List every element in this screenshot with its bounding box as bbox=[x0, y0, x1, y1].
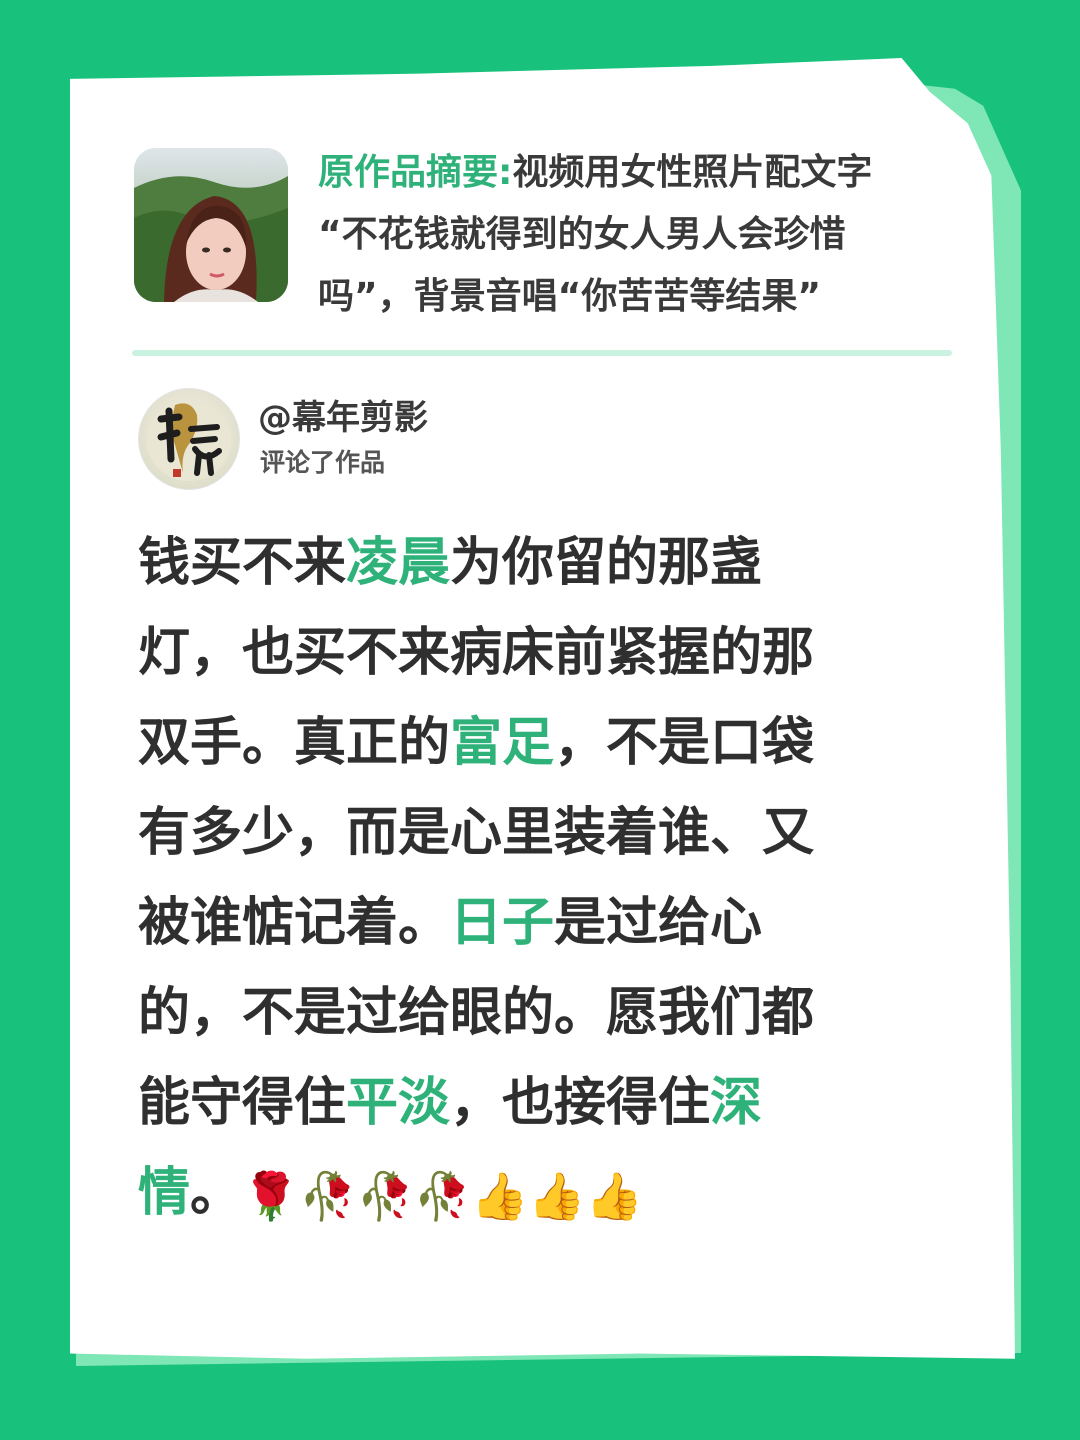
summary-line-3: 吗”，背景音唱“你苦苦等结果” bbox=[318, 276, 821, 317]
comment-highlight: 凌晨 bbox=[346, 533, 451, 593]
summary-text: 原作品摘要:视频用女性照片配文字 “不花钱就得到的女人男人会珍惜 吗”，背景音唱… bbox=[318, 142, 958, 328]
original-work-summary: 原作品摘要:视频用女性照片配文字 “不花钱就得到的女人男人会珍惜 吗”，背景音唱… bbox=[134, 148, 964, 318]
commenter-action: 评论了作品 bbox=[260, 448, 386, 477]
comment-text: ，不是口袋 bbox=[554, 713, 815, 773]
original-work-thumbnail[interactable] bbox=[134, 148, 288, 302]
comment-line-2: 灯，也买不来病床前紧握的那 bbox=[138, 608, 814, 698]
comment-line-8: 情。🌹🥀🥀🥀👍👍👍 bbox=[138, 1148, 643, 1238]
summary-label: 原作品摘要: bbox=[318, 152, 513, 193]
comment-line-1: 钱买不来凌晨为你留的那盏 bbox=[138, 518, 762, 608]
comment-text: 被谁惦记着。 bbox=[138, 893, 451, 953]
comment-text: 能守得住 bbox=[138, 1073, 347, 1133]
comment-text: 双手。真正的 bbox=[138, 713, 451, 773]
comment-highlight: 富足 bbox=[450, 713, 555, 773]
comment-line-7: 能守得住平淡，也接得住深 bbox=[138, 1058, 762, 1148]
comment-text: 有多少，而是心里装着谁、又 bbox=[138, 803, 815, 863]
summary-line-2: “不花钱就得到的女人男人会珍惜 bbox=[318, 214, 846, 255]
comment-highlight: 情 bbox=[138, 1163, 191, 1223]
note-card: 原作品摘要:视频用女性照片配文字 “不花钱就得到的女人男人会珍惜 吗”，背景音唱… bbox=[70, 58, 1021, 1366]
summary-line-1-text: 视频用女性照片配文字 bbox=[512, 152, 873, 193]
comment-text: 为你留的那盏 bbox=[450, 533, 763, 593]
calligraphy-fu-icon bbox=[147, 401, 231, 481]
comment-line-4: 有多少，而是心里装着谁、又 bbox=[138, 788, 814, 878]
comment-highlight: 平淡 bbox=[346, 1073, 451, 1133]
rose-thumbs-up-icons: 🌹🥀🥀🥀👍👍👍 bbox=[242, 1169, 643, 1223]
comment-line-6: 的，不是过给眼的。愿我们都 bbox=[138, 968, 814, 1058]
comment-text: 是过给心 bbox=[554, 893, 763, 953]
comment-highlight: 深 bbox=[710, 1073, 763, 1133]
comment-text: 。 bbox=[190, 1163, 243, 1223]
comment-text: ，也接得住 bbox=[450, 1073, 711, 1133]
comment-text: 灯，也买不来病床前紧握的那 bbox=[138, 623, 815, 683]
comment-line-3: 双手。真正的富足，不是口袋 bbox=[138, 698, 814, 788]
commenter-name[interactable]: @幕年剪影 bbox=[258, 396, 428, 440]
comment-text: 的，不是过给眼的。愿我们都 bbox=[138, 983, 815, 1043]
comment-line-5: 被谁惦记着。日子是过给心 bbox=[138, 878, 762, 968]
comment-highlight: 日子 bbox=[450, 893, 555, 953]
summary-line-1: 原作品摘要:视频用女性照片配文字 bbox=[318, 142, 958, 204]
paper-sheet: 原作品摘要:视频用女性照片配文字 “不花钱就得到的女人男人会珍惜 吗”，背景音唱… bbox=[70, 58, 1015, 1359]
comment-text: 钱买不来 bbox=[138, 533, 347, 593]
commenter-header: @幕年剪影 评论了作品 bbox=[138, 388, 738, 490]
woman-photo-icon bbox=[134, 148, 288, 302]
divider bbox=[132, 350, 952, 356]
avatar[interactable] bbox=[138, 388, 240, 490]
